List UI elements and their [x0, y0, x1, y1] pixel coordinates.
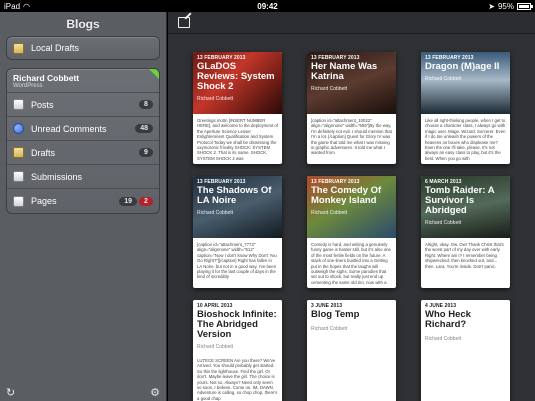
refresh-icon[interactable]: ↻ — [6, 386, 15, 399]
blog-group: Richard Cobbett WordPress Posts 8 Unread… — [6, 68, 160, 214]
battery-percent: 95% — [497, 1, 514, 11]
post-excerpt: Greetings mo0n [INSERT NUMBER HERE], and… — [197, 118, 278, 161]
status-bar: iPad ◠ 09:42 ➤ 95% — [0, 0, 535, 12]
alert-badge: 2 — [139, 196, 153, 206]
post-excerpt: Alright, okay. Ow. Ow! Thank Christ that… — [425, 242, 504, 269]
post-excerpt: Like all right-thinking people, when I g… — [425, 118, 506, 161]
post-author: Richard Cobbett — [197, 344, 234, 350]
post-excerpt: [caption id="attachment_10022" align="al… — [311, 118, 392, 156]
post-grid: 13 FEBRUARY 2013 GLaDOS Reviews: System … — [168, 34, 535, 401]
post-card-header: 13 FEBRUARY 2013 GLaDOS Reviews: System … — [193, 52, 282, 114]
post-card[interactable]: 4 JUNE 2013 Who Heck Richard? Richard Co… — [421, 300, 510, 401]
post-card-header: 13 FEBRUARY 2013 The Comedy Of Monkey Is… — [307, 176, 396, 238]
post-author: Richard Cobbett — [197, 210, 234, 216]
post-title: Tomb Raider: A Survivor Is Abridged — [425, 185, 495, 216]
sidebar-item-local-drafts[interactable]: Local Drafts — [7, 37, 159, 59]
submissions-icon — [13, 171, 24, 182]
post-card-header: 13 FEBRUARY 2013 Dragon (M)age II Richar… — [421, 52, 510, 114]
post-title: The Shadows Of LA Noire — [197, 185, 272, 206]
sidebar-footer: ↻ ⚙ — [0, 383, 166, 401]
sidebar-item-label: Local Drafts — [31, 43, 80, 53]
post-title: Her Name Was Katrina — [311, 61, 378, 82]
post-author: Richard Cobbett — [425, 220, 462, 226]
post-author: Richard Cobbett — [311, 86, 348, 92]
sidebar-item-label: Submissions — [31, 171, 83, 182]
sidebar-item-label: Drafts — [31, 147, 56, 158]
main-toolbar — [168, 12, 535, 34]
post-author: Richard Cobbett — [197, 96, 234, 102]
post-excerpt: LUTECE SCREEN Are you there? We've Arriv… — [197, 358, 278, 401]
post-title: The Comedy Of Monkey Island — [311, 185, 382, 206]
post-excerpt: [caption id="attachment_7773" align="ali… — [197, 242, 277, 280]
pages-icon — [13, 195, 24, 207]
post-card[interactable]: 13 FEBRUARY 2013 Her Name Was Katrina Ri… — [307, 52, 396, 164]
post-card[interactable]: 13 FEBRUARY 2013 Dragon (M)age II Richar… — [421, 52, 510, 164]
location-icon: ➤ — [488, 1, 495, 11]
blog-platform: WordPress — [13, 83, 43, 89]
main-panel: 13 FEBRUARY 2013 GLaDOS Reviews: System … — [168, 12, 535, 401]
compose-icon[interactable] — [178, 17, 190, 28]
post-card-header: 3 JUNE 2013 Blog Temp Richard Cobbett — [307, 300, 396, 362]
post-author: Richard Cobbett — [311, 210, 348, 216]
sidebar-item-label: Pages — [31, 196, 57, 206]
post-card[interactable]: 3 JUNE 2013 Blog Temp Richard Cobbett — [307, 300, 396, 401]
post-card[interactable]: 13 FEBRUARY 2013 The Shadows Of LA Noire… — [193, 176, 282, 288]
posts-icon — [13, 99, 24, 110]
drafts-icon — [13, 42, 24, 54]
post-excerpt: Comedy is hard, and writing a genuinely … — [311, 242, 391, 285]
post-card-header: 10 APRIL 2013 Bioshock Infinite: The Abr… — [193, 300, 282, 350]
post-title: Who Heck Richard? — [425, 309, 471, 330]
sidebar-item-submissions[interactable]: Submissions — [7, 165, 159, 189]
post-card[interactable]: 6 MARCH 2013 Tomb Raider: A Survivor Is … — [421, 176, 510, 288]
post-card-header: 13 FEBRUARY 2013 Her Name Was Katrina Ri… — [307, 52, 396, 114]
local-drafts-group: Local Drafts — [6, 36, 160, 60]
post-author: Richard Cobbett — [425, 76, 462, 82]
post-author: Richard Cobbett — [311, 326, 348, 332]
blog-header[interactable]: Richard Cobbett WordPress — [7, 69, 159, 93]
wifi-icon: ◠ — [23, 1, 30, 11]
post-card-header: 6 MARCH 2013 Tomb Raider: A Survivor Is … — [421, 176, 510, 238]
status-time: 09:42 — [257, 1, 278, 11]
post-title: Bioshock Infinite: The Abridged Version — [197, 309, 277, 340]
count-badge: 8 — [139, 100, 153, 109]
device-name: iPad — [4, 1, 21, 11]
post-card[interactable]: 10 APRIL 2013 Bioshock Infinite: The Abr… — [193, 300, 282, 401]
sidebar-item-label: Posts — [31, 99, 54, 110]
post-card[interactable]: 13 FEBRUARY 2013 The Comedy Of Monkey Is… — [307, 176, 396, 288]
drafts-icon — [13, 147, 24, 158]
count-badge: 9 — [139, 148, 153, 157]
gear-icon[interactable]: ⚙ — [150, 386, 160, 399]
post-title: Blog Temp — [311, 309, 360, 320]
post-card[interactable]: 13 FEBRUARY 2013 GLaDOS Reviews: System … — [193, 52, 282, 164]
post-title: GLaDOS Reviews: System Shock 2 — [197, 61, 275, 92]
count-badge: 48 — [135, 124, 153, 133]
count-badge: 19 — [119, 196, 137, 206]
sidebar-title: Blogs — [66, 17, 100, 31]
sidebar: Blogs Local Drafts Richard Cobbett WordP… — [0, 12, 167, 401]
post-title: Dragon (M)age II — [425, 61, 500, 72]
sidebar-item-posts[interactable]: Posts 8 — [7, 93, 159, 117]
comments-icon — [13, 123, 24, 134]
blog-name: Richard Cobbett — [13, 73, 80, 83]
sidebar-item-label: Unread Comments — [31, 123, 107, 134]
post-card-header: 4 JUNE 2013 Who Heck Richard? Richard Co… — [421, 300, 510, 362]
sidebar-item-drafts[interactable]: Drafts 9 — [7, 141, 159, 165]
post-author: Richard Cobbett — [425, 336, 462, 342]
battery-icon — [517, 2, 533, 10]
sidebar-item-pages[interactable]: Pages 19 2 — [7, 189, 159, 213]
post-card-header: 13 FEBRUARY 2013 The Shadows Of LA Noire… — [193, 176, 282, 238]
active-indicator-icon — [149, 69, 159, 79]
sidebar-item-unread-comments[interactable]: Unread Comments 48 — [7, 117, 159, 141]
